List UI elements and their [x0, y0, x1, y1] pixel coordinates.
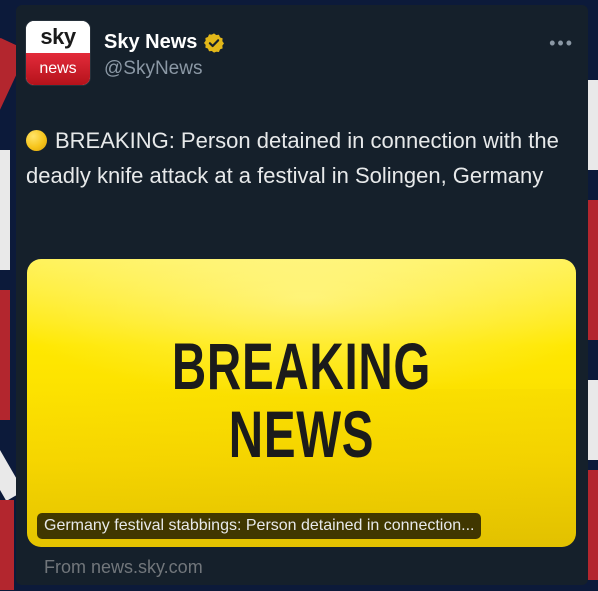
breaking-headline-line1: BREAKING [171, 329, 432, 403]
avatar-logo-top: sky [26, 21, 90, 53]
tweet-card[interactable]: sky news Sky News @SkyNews ••• BREAKING:… [16, 5, 588, 585]
display-name[interactable]: Sky News [104, 31, 197, 54]
link-card-caption[interactable]: Germany festival stabbings: Person detai… [37, 513, 482, 539]
verified-badge-icon [203, 32, 225, 54]
tweet-text: BREAKING: Person detained in connection … [26, 128, 559, 188]
yellow-circle-icon [26, 130, 47, 151]
more-options-icon[interactable]: ••• [549, 33, 574, 54]
breaking-headline-line2: NEWS [228, 397, 375, 471]
link-card-image[interactable]: BREAKING NEWS Germany festival stabbings… [27, 259, 576, 547]
link-source[interactable]: From news.sky.com [44, 557, 203, 578]
account-handle[interactable]: @SkyNews [104, 58, 202, 80]
account-name-row[interactable]: Sky News [104, 31, 225, 54]
tweet-body: BREAKING: Person detained in connection … [26, 123, 566, 193]
avatar-logo-bottom: news [26, 53, 90, 85]
sky-news-avatar[interactable]: sky news [26, 21, 90, 85]
